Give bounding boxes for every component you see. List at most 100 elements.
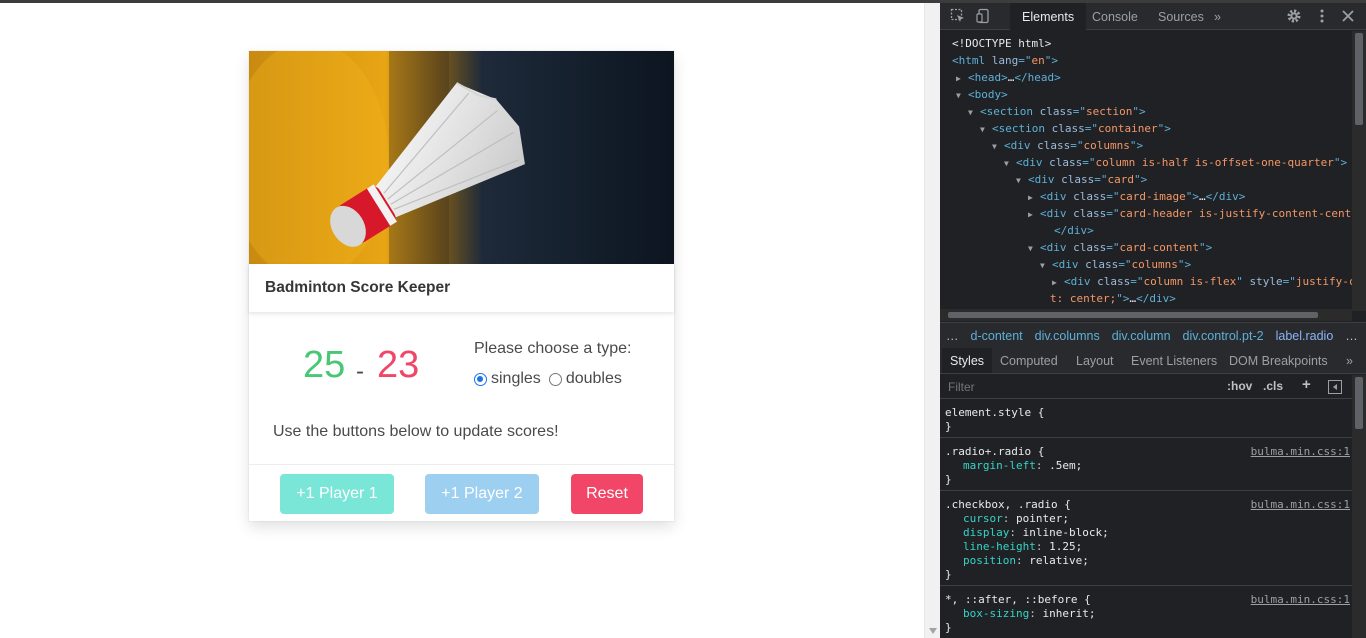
css-value[interactable]: pointer; <box>1016 512 1069 525</box>
tab-console[interactable]: Console <box>1080 3 1150 30</box>
css-declaration[interactable]: margin-left: .5em; <box>963 459 1082 473</box>
dom-tree-line[interactable]: ▼ <div class="card"> <box>1016 171 1147 188</box>
tab-dom-breakpoints[interactable]: DOM Breakpoints <box>1221 348 1336 373</box>
css-source-link[interactable]: bulma.min.css:1 <box>1251 593 1350 607</box>
css-property[interactable]: position <box>963 554 1016 567</box>
breadcrumb-control[interactable]: div.control.pt-2 <box>1177 329 1270 343</box>
radio-singles-circle[interactable] <box>474 372 487 386</box>
css-declaration[interactable]: cursor: pointer; <box>963 512 1069 526</box>
tab-event-listeners[interactable]: Event Listeners <box>1123 348 1225 373</box>
class-toggle[interactable]: .cls <box>1263 379 1283 393</box>
collapse-triangle-icon[interactable]: ▼ <box>956 87 968 104</box>
css-selector[interactable]: .checkbox, .radio { <box>945 498 1071 512</box>
collapse-triangle-icon[interactable]: ▼ <box>992 138 1004 155</box>
css-declaration[interactable]: display: inline-block; <box>963 526 1109 540</box>
css-source-link[interactable]: bulma.min.css:1 <box>1251 445 1350 459</box>
css-value[interactable]: inline-block; <box>1023 526 1109 539</box>
player1-add-button[interactable]: +1 Player 1 <box>280 474 394 514</box>
dom-tree-hscrollbar[interactable] <box>940 309 1352 321</box>
css-value[interactable]: 1.25; <box>1049 540 1082 553</box>
dom-tree-line[interactable]: ▼ <div class="columns"> <box>992 137 1143 154</box>
tab-elements[interactable]: Elements <box>1010 3 1087 30</box>
radio-doubles[interactable]: doubles <box>548 370 622 388</box>
settings-gear-icon[interactable] <box>1286 8 1302 24</box>
player2-add-button[interactable]: +1 Player 2 <box>425 474 539 514</box>
styles-filter-input[interactable] <box>944 378 1214 396</box>
dom-tree-line[interactable]: ▶ <div class="column is-flex" style="just… <box>1052 273 1352 290</box>
breadcrumb-card-content[interactable]: d-content <box>965 329 1029 343</box>
new-rule-icon[interactable]: + <box>1302 376 1311 393</box>
radio-doubles-circle[interactable] <box>548 372 562 386</box>
dom-tree-line[interactable]: <!DOCTYPE html> <box>952 35 1051 52</box>
dom-tree-line[interactable]: ▶ <div class="card-header is-justify-cont… <box>1028 205 1352 222</box>
css-value[interactable]: .5em; <box>1049 459 1082 472</box>
dom-tree-hscroll-thumb[interactable] <box>948 312 1318 318</box>
css-declaration[interactable]: line-height: 1.25; <box>963 540 1082 554</box>
dom-tree-line[interactable]: ▼ <div class="columns"> <box>1040 256 1191 273</box>
breadcrumb-column[interactable]: div.column <box>1106 329 1177 343</box>
dom-tree-line[interactable]: ▼ <section class="container"> <box>980 120 1171 137</box>
css-declaration[interactable]: position: relative; <box>963 554 1089 568</box>
collapse-triangle-icon[interactable]: ▼ <box>1040 257 1052 274</box>
styles-scrollbar[interactable] <box>1352 375 1366 638</box>
reset-button[interactable]: Reset <box>571 474 643 514</box>
device-toolbar-icon[interactable] <box>976 8 992 24</box>
collapse-triangle-icon[interactable]: ▼ <box>1004 155 1016 172</box>
dom-tree-line[interactable]: ▼ <section class="section"> <box>968 103 1146 120</box>
css-rule[interactable]: .radio+.radio { bulma.min.css:1 margin-lef… <box>940 439 1352 491</box>
breadcrumb-ellipsis-right[interactable]: … <box>1339 329 1364 343</box>
css-declaration[interactable]: box-sizing: inherit; <box>963 607 1095 621</box>
more-tabs-icon[interactable]: » <box>1208 3 1227 30</box>
collapse-triangle-icon[interactable]: ▼ <box>968 104 980 121</box>
css-property[interactable]: margin-left <box>963 459 1036 472</box>
expand-triangle-icon[interactable]: ▶ <box>956 70 968 87</box>
css-property[interactable]: box-sizing <box>963 607 1029 620</box>
css-source-link[interactable]: bulma.min.css:1 <box>1251 498 1350 512</box>
tab-layout[interactable]: Layout <box>1068 348 1122 373</box>
collapse-triangle-icon[interactable]: ▼ <box>1028 240 1040 257</box>
tab-styles[interactable]: Styles <box>942 348 993 373</box>
css-rule[interactable]: element.style {} <box>940 400 1352 438</box>
breadcrumb-ellipsis-left[interactable]: … <box>940 329 965 343</box>
dom-tree[interactable]: <!DOCTYPE html> <html lang="en"> ▶ <head>…<… <box>940 31 1352 311</box>
css-value[interactable]: inherit; <box>1042 607 1095 620</box>
css-value[interactable]: relative; <box>1029 554 1089 567</box>
collapse-triangle-icon[interactable]: ▼ <box>1016 172 1028 189</box>
dom-tree-line[interactable]: t: center;">…</div> <box>1050 290 1176 307</box>
radio-singles[interactable]: singles <box>474 370 541 388</box>
breadcrumb-columns[interactable]: div.columns <box>1029 329 1106 343</box>
inspect-element-icon[interactable] <box>950 8 966 24</box>
styles-scroll-thumb[interactable] <box>1355 377 1363 429</box>
css-rule[interactable]: .checkbox, .radio { bulma.min.css:1 cursor… <box>940 492 1352 586</box>
expand-triangle-icon[interactable]: ▶ <box>1028 189 1040 206</box>
dom-tree-scroll-thumb[interactable] <box>1355 33 1363 125</box>
dom-tree-line[interactable]: </div> <box>1054 222 1094 239</box>
css-property[interactable]: line-height <box>963 540 1036 553</box>
css-selector[interactable]: *, ::after, ::before { <box>945 593 1091 607</box>
tab-computed[interactable]: Computed <box>992 348 1066 373</box>
close-icon[interactable] <box>1340 8 1356 24</box>
css-selector[interactable]: .radio+.radio { <box>945 445 1044 459</box>
dom-tree-line[interactable]: ▶ <head>…</head> <box>956 69 1061 86</box>
scroll-down-arrow-icon[interactable] <box>929 628 937 634</box>
tab-sources[interactable]: Sources <box>1146 3 1216 30</box>
dom-tree-line[interactable]: ▼ <div class="column is-half is-offset-on… <box>1004 154 1347 171</box>
dom-tree-line[interactable]: <html lang="en"> <box>952 52 1058 69</box>
kebab-menu-icon[interactable] <box>1314 8 1330 24</box>
expand-triangle-icon[interactable]: ▶ <box>1052 274 1064 291</box>
more-panels-icon[interactable]: » <box>1338 348 1361 373</box>
css-selector[interactable]: element.style { <box>945 406 1044 420</box>
dom-tree-line[interactable]: ▶ <div class="card-image">…</div> <box>1028 188 1245 205</box>
breadcrumb-label-radio[interactable]: label.radio <box>1270 329 1340 343</box>
toggle-sidebar-icon[interactable] <box>1328 380 1342 394</box>
dom-tree-line[interactable]: ▼ <body> <box>956 86 1008 103</box>
collapse-triangle-icon[interactable]: ▼ <box>980 121 992 138</box>
dom-tree-scrollbar[interactable] <box>1352 31 1366 311</box>
css-property[interactable]: display <box>963 526 1009 539</box>
expand-triangle-icon[interactable]: ▶ <box>1028 206 1040 223</box>
css-rule[interactable]: *, ::after, ::before { bulma.min.css:1box… <box>940 587 1352 638</box>
css-property[interactable]: cursor <box>963 512 1003 525</box>
dom-tree-line[interactable]: ▼ <div class="card-content"> <box>1028 239 1212 256</box>
page-scrollbar[interactable] <box>924 3 940 638</box>
hover-state-toggle[interactable]: :hov <box>1227 379 1252 393</box>
